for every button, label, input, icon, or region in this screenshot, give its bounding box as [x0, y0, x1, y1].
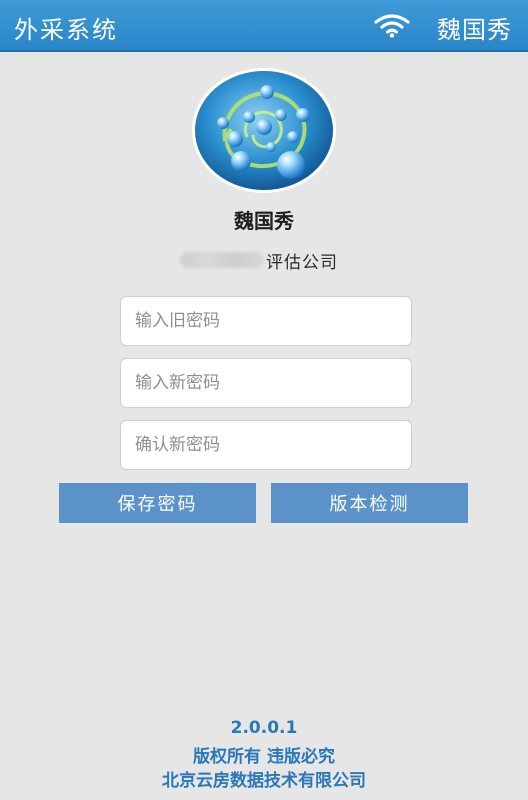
app-title: 外采系统	[14, 16, 118, 44]
new-password-input[interactable]	[120, 358, 412, 408]
header-user-name[interactable]: 魏国秀	[437, 10, 512, 45]
top-bar: 外采系统 魏国秀	[0, 0, 528, 52]
company-name-suffix: 评估公司	[266, 252, 338, 273]
save-password-button[interactable]: 保存密码	[59, 483, 256, 523]
confirm-password-input[interactable]	[120, 420, 412, 470]
wifi-icon	[374, 14, 410, 38]
check-version-button[interactable]: 版本检测	[271, 483, 468, 523]
company-footer-label: 北京云房数据技术有限公司	[162, 771, 366, 791]
profile-name: 魏国秀	[234, 209, 294, 233]
company-name-redacted	[180, 252, 264, 268]
version-label: 2.0.0.1	[230, 718, 298, 738]
copyright-label: 版权所有 违版必究	[193, 747, 335, 767]
old-password-input[interactable]	[120, 296, 412, 346]
company-name: 评估公司	[180, 248, 338, 273]
app-logo-avatar	[192, 68, 336, 193]
